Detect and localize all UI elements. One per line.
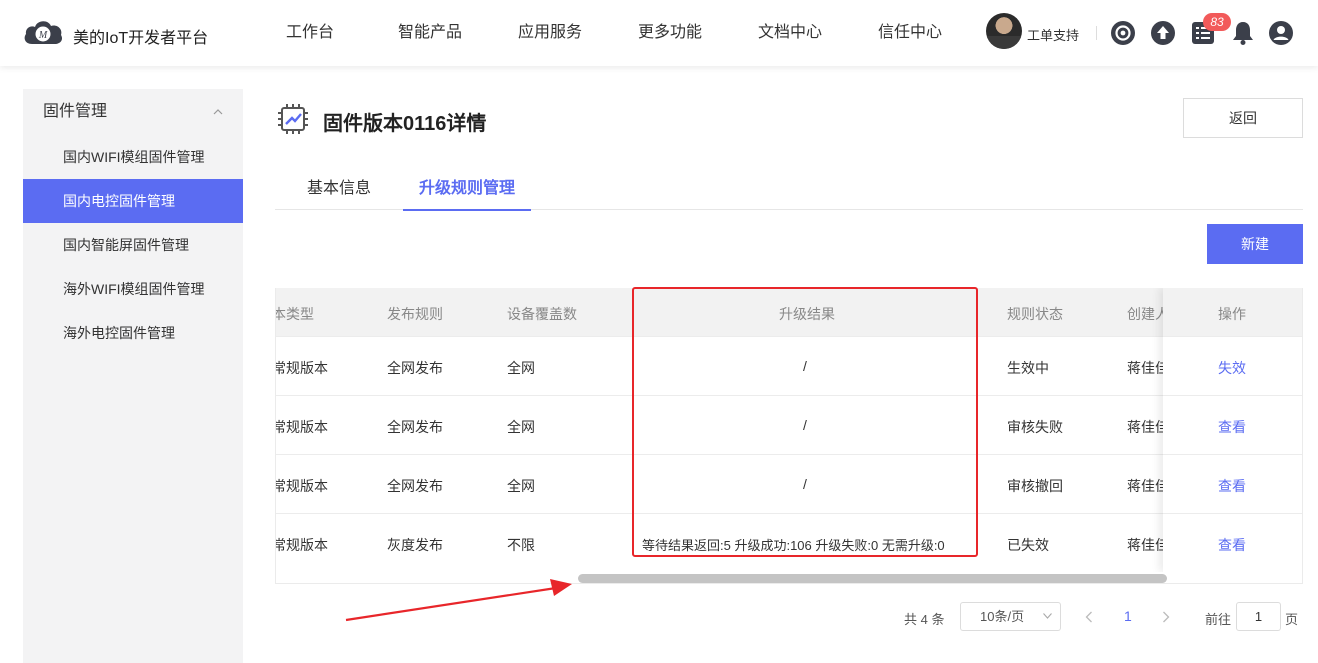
divider [1096,26,1097,40]
cell-version-type: 常规版本 [275,419,328,435]
ticket-support-link[interactable]: 工单支持 [1027,25,1079,44]
cell-upgrade-result: / [803,358,807,374]
next-page-icon[interactable] [1162,611,1170,623]
nav-more-features[interactable]: 更多功能 [610,0,730,66]
target-icon[interactable] [1110,20,1136,46]
cell-rule-status: 审核失败 [1007,419,1063,435]
row-divider [276,513,1302,514]
prev-page-icon[interactable] [1085,611,1093,623]
th-version-type: 本类型 [275,306,314,322]
row-divider [276,395,1302,396]
sidebar-item-overseas-control[interactable]: 海外电控固件管理 [23,311,243,355]
sidebar-item-domestic-wifi[interactable]: 国内WIFI模组固件管理 [23,135,243,179]
svg-text:M: M [38,30,48,41]
cell-version-type: 常规版本 [275,537,328,553]
row-divider [1163,454,1302,455]
page-unit-label: 页 [1285,612,1299,627]
brand-name[interactable]: 美的IoT开发者平台 [73,24,208,48]
chevron-down-icon [1043,613,1052,619]
invalidate-link[interactable]: 失效 [1218,358,1246,378]
nav-workbench[interactable]: 工作台 [250,0,370,66]
nav-smart-products[interactable]: 智能产品 [370,0,490,66]
view-link[interactable]: 查看 [1218,535,1246,555]
cell-release-rule: 全网发布 [387,478,443,494]
notification-count-badge: 83 [1203,13,1231,31]
upload-icon[interactable] [1150,20,1176,46]
main-nav: 工作台 智能产品 应用服务 更多功能 文档中心 信任中心 [250,0,970,66]
back-button[interactable]: 返回 [1183,98,1303,138]
cell-version-type: 常规版本 [275,360,328,376]
cloud-logo-icon[interactable]: M [22,16,64,48]
top-navbar: M 美的IoT开发者平台 工作台 智能产品 应用服务 更多功能 文档中心 信任中… [0,0,1318,66]
bell-icon[interactable] [1230,20,1256,46]
sidebar-item-domestic-screen[interactable]: 国内智能屏固件管理 [23,223,243,267]
tab-upgrade-rules[interactable]: 升级规则管理 [403,166,531,211]
cell-version-type: 常规版本 [275,478,328,494]
sidebar-item-domestic-control[interactable]: 国内电控固件管理 [23,179,243,223]
nav-app-services[interactable]: 应用服务 [490,0,610,66]
annotation-arrow-icon [345,579,572,622]
goto-label: 前往 [1205,612,1232,627]
row-divider [276,336,1302,337]
cell-upgrade-result: / [803,417,807,433]
sidebar-group-firmware[interactable]: 固件管理 [23,89,243,135]
page-size-value: 10条/页 [980,609,1025,624]
cell-coverage: 全网 [507,419,535,435]
page-title: 固件版本0116详情 [323,113,487,135]
tab-basic-info[interactable]: 基本信息 [275,166,403,210]
fixed-action-column: 操作 失效 查看 查看 查看 [1163,288,1302,572]
goto-page-input[interactable]: 1 [1236,602,1281,631]
cell-release-rule: 全网发布 [387,360,443,376]
cell-upgrade-result: / [803,476,807,492]
row-divider [1163,513,1302,514]
cell-coverage: 不限 [507,537,535,553]
cell-release-rule: 灰度发布 [387,537,443,553]
pagination-total: 共 4 条 [904,612,945,627]
tab-bar: 基本信息 升级规则管理 [275,166,1303,211]
chevron-up-icon[interactable] [213,107,223,117]
page-size-select[interactable]: 10条/页 [960,602,1061,631]
support-avatar[interactable] [986,13,1022,49]
th-device-coverage: 设备覆盖数 [507,306,577,322]
cell-coverage: 全网 [507,478,535,494]
th-action: 操作 [1218,306,1246,322]
upgrade-rules-table: 本类型 发布规则 设备覆盖数 升级结果 规则状态 创建人 常规版本 全网发布 全… [275,288,1303,584]
th-release-rule: 发布规则 [387,306,443,322]
view-link[interactable]: 查看 [1218,417,1246,437]
cell-rule-status: 生效中 [1007,360,1049,376]
th-rule-status: 规则状态 [1007,306,1063,322]
row-divider [1163,336,1302,337]
th-upgrade-result: 升级结果 [779,306,835,322]
sidebar-item-overseas-wifi[interactable]: 海外WIFI模组固件管理 [23,267,243,311]
page-number-current[interactable]: 1 [1124,608,1132,624]
cell-upgrade-result: 等待结果返回:5 升级成功:106 升级失败:0 无需升级:0 [642,538,945,553]
sidebar: 固件管理 国内WIFI模组固件管理 国内电控固件管理 国内智能屏固件管理 海外W… [23,89,243,663]
new-rule-button[interactable]: 新建 [1207,224,1303,264]
cell-rule-status: 审核撤回 [1007,478,1063,494]
nav-docs-center[interactable]: 文档中心 [730,0,850,66]
cell-release-rule: 全网发布 [387,419,443,435]
horizontal-scrollbar-thumb[interactable] [578,574,1167,583]
cell-rule-status: 已失效 [1007,537,1049,553]
chip-icon [278,104,308,134]
row-divider [276,454,1302,455]
row-divider [1163,395,1302,396]
view-link[interactable]: 查看 [1218,476,1246,496]
cell-coverage: 全网 [507,360,535,376]
nav-trust-center[interactable]: 信任中心 [850,0,970,66]
sidebar-group-label: 固件管理 [43,103,108,120]
user-icon[interactable] [1268,20,1294,46]
